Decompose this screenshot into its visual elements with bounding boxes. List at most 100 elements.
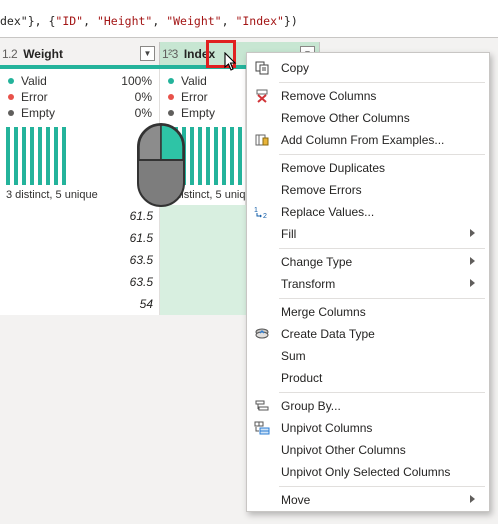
menu-item-create-data-type[interactable]: Create Data Type <box>247 323 489 345</box>
menu-item-product[interactable]: Product <box>247 367 489 389</box>
cell-weight[interactable]: 63.5 <box>0 249 160 271</box>
menu-item-add-column-from-examples[interactable]: Add Column From Examples... <box>247 129 489 151</box>
distribution-bar <box>238 127 242 185</box>
formula-string-id: "ID" <box>55 14 84 28</box>
submenu-arrow-icon <box>470 229 475 237</box>
menu-item-merge-columns[interactable]: Merge Columns <box>247 301 489 323</box>
cell-index[interactable] <box>160 271 246 293</box>
menu-item-label: Group By... <box>281 399 341 413</box>
mouse-right-click-icon <box>137 123 185 207</box>
menu-item-label: Sum <box>281 349 306 363</box>
menu-item-label: Merge Columns <box>281 305 366 319</box>
replace-values-icon: 12 <box>254 204 270 220</box>
empty-dot-icon <box>168 110 174 116</box>
cell-index[interactable] <box>160 249 246 271</box>
cell-weight[interactable]: 63.5 <box>0 271 160 293</box>
svg-text:2: 2 <box>263 213 267 219</box>
menu-item-unpivot-only-selected-columns[interactable]: Unpivot Only Selected Columns <box>247 461 489 483</box>
whole-number-type-icon[interactable]: 1²3 <box>162 47 178 61</box>
menu-item-transform[interactable]: Transform <box>247 273 489 295</box>
menu-item-unpivot-columns[interactable]: Unpivot Columns <box>247 417 489 439</box>
formula-string-weight: "Weight" <box>166 14 222 28</box>
formula-comma: , <box>83 14 97 28</box>
profile-label: Valid <box>181 74 207 88</box>
column-context-menu: Copy Remove Columns Remove Other Columns… <box>246 52 490 512</box>
submenu-arrow-icon <box>470 257 475 265</box>
menu-item-group-by[interactable]: Group By... <box>247 395 489 417</box>
menu-item-label: Remove Columns <box>281 89 377 103</box>
distribution-bar <box>46 127 50 185</box>
menu-item-label: Remove Duplicates <box>281 161 386 175</box>
group-by-icon <box>254 398 270 414</box>
distribution-bar <box>198 127 202 185</box>
menu-separator <box>279 298 485 299</box>
profile-label: Error <box>21 90 48 104</box>
formula-comma: , <box>152 14 167 28</box>
cell-index[interactable] <box>160 227 246 249</box>
distribution-bar <box>22 127 26 185</box>
profile-pct: 0% <box>134 106 152 120</box>
distribution-bar <box>214 127 218 185</box>
menu-item-label: Move <box>281 493 311 507</box>
cell-weight[interactable]: 61.5 <box>0 205 160 227</box>
error-dot-icon <box>168 94 174 100</box>
profile-pct: 0% <box>134 90 152 104</box>
unpivot-columns-icon <box>254 420 270 436</box>
menu-item-label: Unpivot Other Columns <box>281 443 406 457</box>
add-column-examples-icon <box>254 132 270 148</box>
distribution-bar <box>222 127 226 185</box>
submenu-arrow-icon <box>470 279 475 287</box>
menu-item-label: Create Data Type <box>281 327 375 341</box>
menu-item-change-type[interactable]: Change Type <box>247 251 489 273</box>
menu-separator <box>279 82 485 83</box>
distribution-bar <box>190 127 194 185</box>
formula-bar[interactable]: dex"}, {"ID", "Height", "Weight", "Index… <box>0 0 498 38</box>
distribution-bar <box>6 127 10 185</box>
distribution-bar <box>14 127 18 185</box>
cell-index[interactable] <box>160 293 246 315</box>
remove-columns-icon <box>254 88 270 104</box>
menu-separator <box>279 392 485 393</box>
menu-item-move[interactable]: Move <box>247 489 489 511</box>
cell-weight[interactable]: 61.5 <box>0 227 160 249</box>
distribution-chart[interactable] <box>6 127 66 185</box>
menu-item-label: Add Column From Examples... <box>281 133 445 147</box>
distribution-bar <box>38 127 42 185</box>
menu-item-replace-values[interactable]: 12 Replace Values... <box>247 201 489 223</box>
submenu-arrow-icon <box>470 495 475 503</box>
menu-item-label: Change Type <box>281 255 353 269</box>
cell-index[interactable] <box>160 205 246 227</box>
menu-item-fill[interactable]: Fill <box>247 223 489 245</box>
chevron-down-icon[interactable]: ▼ <box>140 46 155 61</box>
create-data-type-icon <box>254 326 270 342</box>
menu-item-remove-duplicates[interactable]: Remove Duplicates <box>247 157 489 179</box>
column-header-label: Weight <box>23 46 63 61</box>
menu-item-label: Unpivot Columns <box>281 421 373 435</box>
menu-item-label: Remove Other Columns <box>281 111 410 125</box>
formula-string-index: "Index" <box>235 14 284 28</box>
profile-label: Empty <box>181 106 216 120</box>
profile-label: Empty <box>21 106 56 120</box>
distribution-bar <box>30 127 34 185</box>
menu-separator <box>279 248 485 249</box>
mouse-pointer-icon <box>224 52 237 71</box>
menu-item-sum[interactable]: Sum <box>247 345 489 367</box>
cell-weight[interactable]: 54 <box>0 293 160 315</box>
formula-text[interactable]: dex"}, {"ID", "Height", "Weight", "Index… <box>0 14 298 28</box>
menu-item-label: Replace Values... <box>281 205 375 219</box>
error-dot-icon <box>8 94 14 100</box>
column-header-weight[interactable]: 1.2 Weight ▼ <box>0 42 160 66</box>
valid-dot-icon <box>8 78 14 84</box>
valid-dot-icon <box>168 78 174 84</box>
menu-item-unpivot-other-columns[interactable]: Unpivot Other Columns <box>247 439 489 461</box>
formula-string-height: "Height" <box>96 14 153 28</box>
distribution-bar <box>206 127 210 185</box>
menu-item-remove-columns[interactable]: Remove Columns <box>247 85 489 107</box>
distribution-bar <box>230 127 234 185</box>
menu-item-remove-other-columns[interactable]: Remove Other Columns <box>247 107 489 129</box>
menu-item-remove-errors[interactable]: Remove Errors <box>247 179 489 201</box>
decimal-type-icon[interactable]: 1.2 <box>2 47 18 61</box>
profile-pct: 100% <box>121 74 152 88</box>
power-query-editor: dex"}, {"ID", "Height", "Weight", "Index… <box>0 0 498 524</box>
menu-item-copy[interactable]: Copy <box>247 57 489 79</box>
